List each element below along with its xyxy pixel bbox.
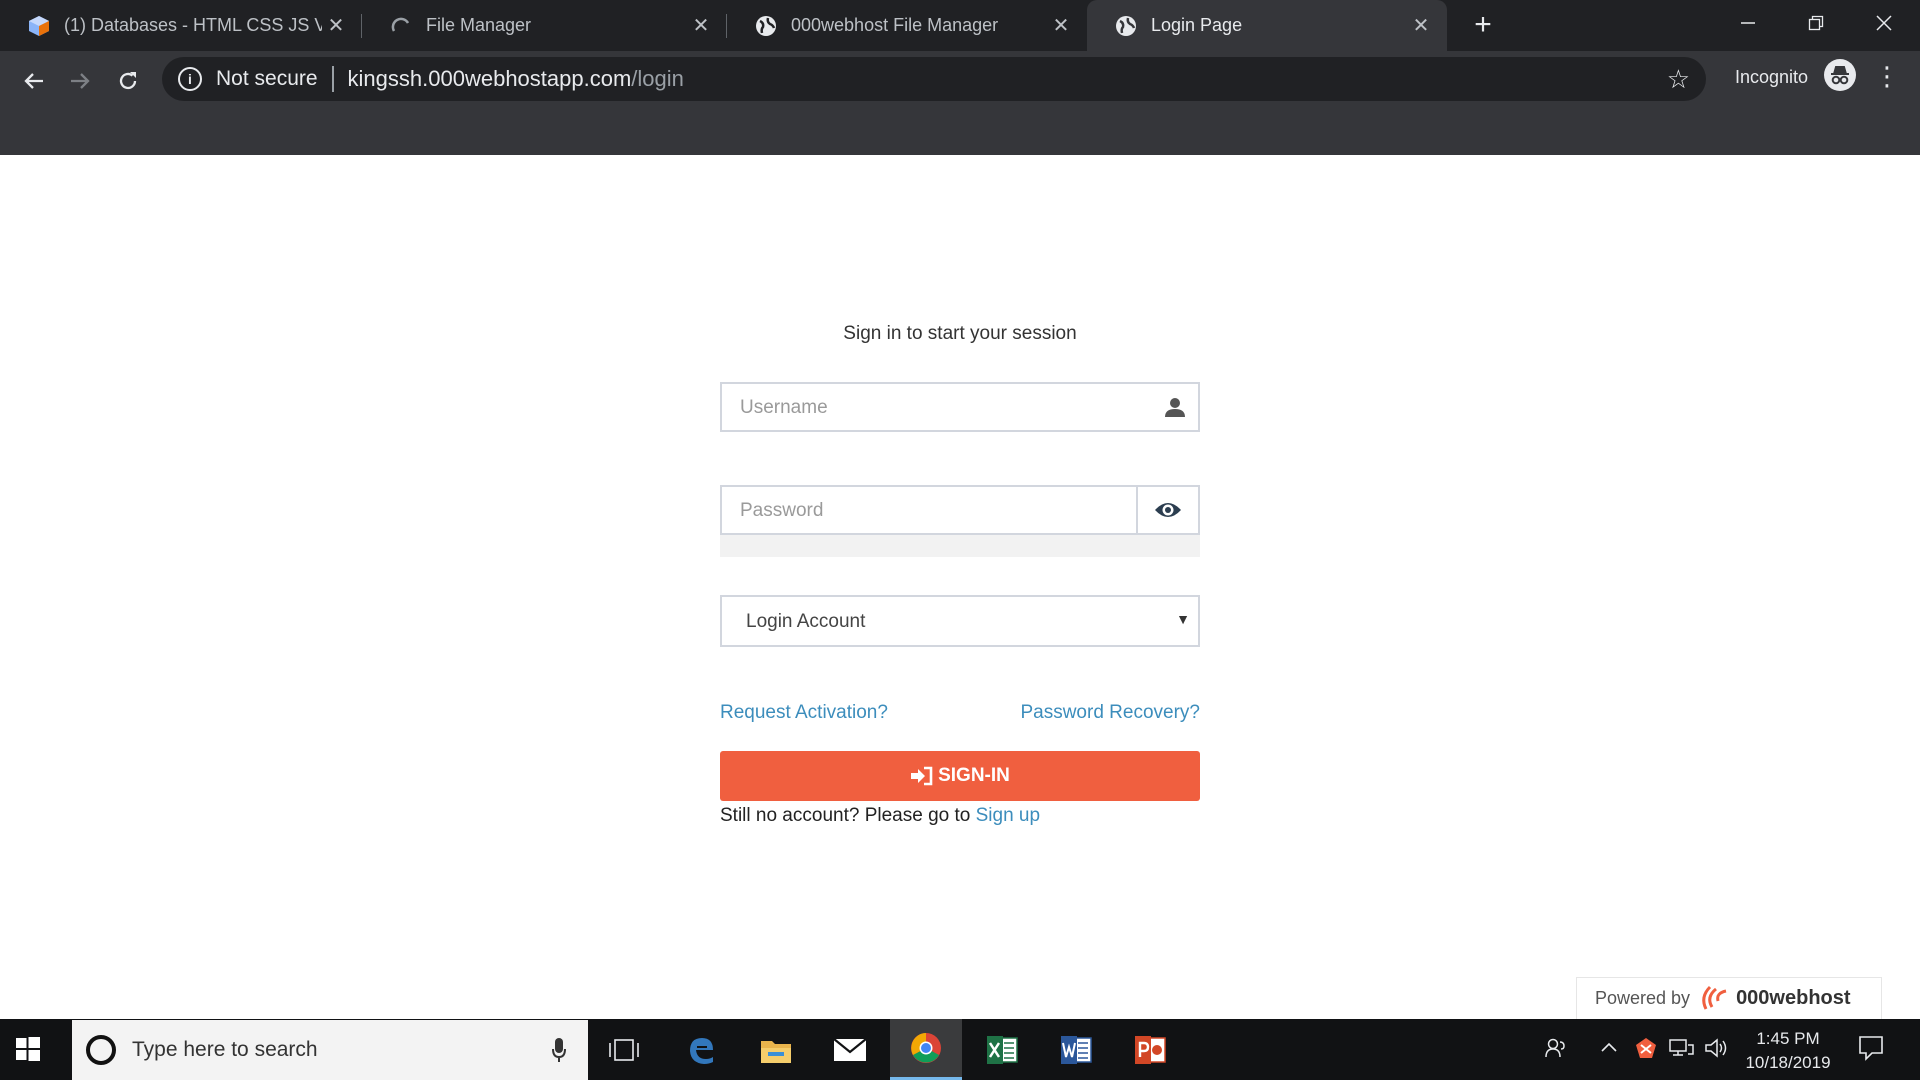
file-explorer-icon[interactable] xyxy=(740,1019,812,1080)
search-placeholder: Type here to search xyxy=(132,1038,318,1061)
sign-up-link[interactable]: Sign up xyxy=(976,805,1040,826)
tab-databases[interactable]: (1) Databases - HTML CSS JS VPN ✕ xyxy=(0,0,362,51)
url-path: /login xyxy=(631,66,684,91)
close-tab-icon[interactable]: ✕ xyxy=(687,13,715,38)
no-account-text: Still no account? Please go to Sign up xyxy=(720,805,1040,827)
no-account-label: Still no account? Please go to xyxy=(720,805,971,826)
clock-time: 1:45 PM xyxy=(1756,1029,1820,1048)
reload-button[interactable] xyxy=(110,63,146,95)
000webhost-logo-icon xyxy=(1698,981,1732,1016)
security-label[interactable]: Not secure xyxy=(216,67,318,91)
close-tab-icon[interactable]: ✕ xyxy=(322,13,350,38)
show-password-button[interactable] xyxy=(1136,487,1198,533)
sign-in-icon xyxy=(911,766,933,786)
windows-start-icon[interactable] xyxy=(16,1037,40,1061)
omnibox-divider xyxy=(331,66,334,92)
request-activation-link[interactable]: Request Activation? xyxy=(720,702,888,724)
mail-icon[interactable] xyxy=(814,1019,886,1080)
eye-icon xyxy=(1155,503,1181,517)
taskbar-clock[interactable]: 1:45 PM 10/18/2019 xyxy=(1738,1027,1838,1075)
powerpoint-icon[interactable] xyxy=(1114,1019,1186,1080)
minimize-button[interactable] xyxy=(1714,0,1782,44)
forward-button[interactable] xyxy=(62,63,98,95)
username-placeholder: Username xyxy=(740,397,828,418)
incognito-icon[interactable] xyxy=(1824,59,1856,91)
vpn-box-icon xyxy=(28,15,50,37)
login-account-select[interactable]: Login Account ▼ xyxy=(720,595,1200,647)
clock-date: 10/18/2019 xyxy=(1745,1053,1831,1072)
chrome-icon[interactable] xyxy=(890,1019,962,1080)
restore-button[interactable] xyxy=(1782,0,1850,44)
browser-toolbar: i Not secure kingssh.000webhostapp.com/l… xyxy=(0,51,1920,155)
password-placeholder: Password xyxy=(740,500,824,521)
new-tab-button[interactable]: + xyxy=(1466,8,1500,42)
powered-by-badge[interactable]: Powered by 000webhost xyxy=(1576,977,1882,1019)
password-field[interactable]: Password xyxy=(720,485,1200,535)
back-button[interactable] xyxy=(16,63,52,95)
cortana-icon[interactable] xyxy=(86,1035,116,1065)
powered-by-label: Powered by xyxy=(1595,988,1691,1008)
login-heading: Sign in to start your session xyxy=(843,323,1077,344)
username-field[interactable]: Username xyxy=(720,382,1200,432)
edge-icon[interactable] xyxy=(665,1019,737,1080)
tab-title: Login Page xyxy=(1151,15,1243,35)
taskbar-search-box[interactable]: Type here to search xyxy=(72,1020,588,1080)
people-icon[interactable] xyxy=(1545,1037,1567,1065)
action-center-icon[interactable] xyxy=(1858,1035,1884,1061)
tab-title: (1) Databases - HTML CSS JS VPN xyxy=(64,15,322,35)
user-icon xyxy=(1164,396,1186,418)
globe-icon xyxy=(1115,15,1137,37)
caret-down-icon: ▼ xyxy=(1176,611,1190,627)
browser-tabstrip: (1) Databases - HTML CSS JS VPN ✕ File M… xyxy=(0,0,1920,51)
tab-000webhost-file-manager[interactable]: 000webhost File Manager ✕ xyxy=(727,0,1087,51)
sign-in-label: SIGN-IN xyxy=(938,765,1010,786)
close-window-button[interactable] xyxy=(1850,0,1918,44)
volume-icon[interactable] xyxy=(1704,1037,1728,1065)
address-bar[interactable]: i Not secure kingssh.000webhostapp.com/l… xyxy=(162,57,1706,101)
password-strength-bar xyxy=(720,535,1200,557)
tab-file-manager[interactable]: File Manager ✕ xyxy=(362,0,727,51)
network-icon[interactable] xyxy=(1668,1037,1694,1065)
close-tab-icon[interactable]: ✕ xyxy=(1407,13,1435,38)
browser-menu-icon[interactable]: ⋮ xyxy=(1874,61,1900,92)
url-host: kingssh.000webhostapp.com xyxy=(347,66,632,91)
microphone-icon[interactable] xyxy=(552,1038,566,1062)
tab-login-page[interactable]: Login Page ✕ xyxy=(1087,0,1447,51)
tab-title: 000webhost File Manager xyxy=(791,15,999,35)
tab-title: File Manager xyxy=(426,15,532,35)
show-hidden-icons[interactable] xyxy=(1600,1037,1618,1065)
info-icon[interactable]: i xyxy=(178,67,202,91)
vpn-tray-icon[interactable] xyxy=(1634,1037,1658,1065)
close-tab-icon[interactable]: ✕ xyxy=(1047,13,1075,38)
brand-name: 000webhost xyxy=(1736,987,1851,1009)
password-recovery-link[interactable]: Password Recovery? xyxy=(1020,702,1200,724)
sign-in-button[interactable]: SIGN-IN xyxy=(720,751,1200,801)
word-icon[interactable] xyxy=(1040,1019,1112,1080)
windows-taskbar: Type here to search 1:45 PM 10/18/2019 xyxy=(0,1019,1920,1080)
page-content: Sign in to start your session Username P… xyxy=(0,155,1920,1019)
incognito-label: Incognito xyxy=(1735,67,1809,87)
globe-icon xyxy=(755,15,777,37)
task-view-icon[interactable] xyxy=(588,1019,660,1080)
select-value: Login Account xyxy=(746,611,866,632)
spinner-icon xyxy=(390,15,412,37)
bookmark-star-icon[interactable]: ☆ xyxy=(1667,64,1690,95)
excel-icon[interactable] xyxy=(966,1019,1038,1080)
